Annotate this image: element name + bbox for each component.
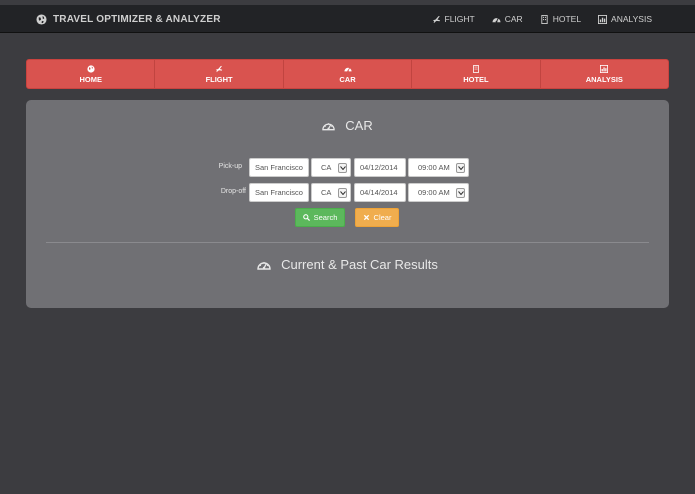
globe-icon <box>36 13 47 25</box>
results-title: Current & Past Car Results <box>26 257 669 272</box>
clear-button-label: Clear <box>373 213 392 222</box>
top-nav-flight[interactable]: FLIGHT <box>432 14 475 24</box>
top-nav-hotel-label: HOTEL <box>552 14 582 24</box>
dropoff-time-select[interactable]: 09:00 AM <box>408 183 469 202</box>
plane-icon <box>215 65 223 72</box>
chevron-down-icon <box>456 163 465 173</box>
top-nav-car-label: CAR <box>504 14 523 24</box>
close-icon <box>363 214 369 221</box>
building-icon <box>473 64 479 73</box>
pickup-state-select[interactable]: CA <box>311 158 351 177</box>
tab-flight[interactable]: FLIGHT <box>155 60 284 88</box>
tab-analysis-label: ANALYSIS <box>585 74 623 84</box>
search-button-label: Search <box>313 213 338 222</box>
tab-car-label: CAR <box>339 74 356 84</box>
dropoff-label: Drop-off <box>220 188 246 195</box>
clear-button[interactable]: Clear <box>355 208 399 227</box>
dashboard-icon <box>322 123 335 131</box>
dropoff-state-value: CA <box>321 188 332 197</box>
chevron-down-icon <box>456 188 465 198</box>
top-nav-flight-label: FLIGHT <box>444 14 475 24</box>
results-title-text: Current & Past Car Results <box>281 257 438 272</box>
top-navbar: TRAVEL OPTIMIZER & ANALYZER FLIGHT CAR H… <box>0 5 695 33</box>
tab-home-label: HOME <box>79 74 102 84</box>
chevron-down-icon <box>338 163 347 173</box>
brand-title: TRAVEL OPTIMIZER & ANALYZER <box>53 13 221 25</box>
top-nav: FLIGHT CAR HOTEL ANALYSIS <box>415 5 652 33</box>
panel-title: CAR <box>26 118 669 133</box>
tab-flight-label: FLIGHT <box>205 74 233 84</box>
globe-icon <box>87 64 95 73</box>
tab-hotel[interactable]: HOTEL <box>412 60 541 88</box>
top-nav-analysis[interactable]: ANALYSIS <box>598 14 652 24</box>
brand[interactable]: TRAVEL OPTIMIZER & ANALYZER <box>36 5 221 33</box>
top-nav-hotel[interactable]: HOTEL <box>540 14 581 24</box>
dropoff-time-value: 09:00 AM <box>418 188 450 197</box>
top-nav-car[interactable]: CAR <box>492 14 523 24</box>
search-icon <box>302 214 310 221</box>
tab-car[interactable]: CAR <box>284 60 413 88</box>
pickup-time-value: 09:00 AM <box>418 163 450 172</box>
divider <box>46 242 649 243</box>
plane-icon <box>432 15 440 23</box>
bar-chart-icon <box>598 14 608 24</box>
building-icon <box>541 14 548 24</box>
pickup-state-value: CA <box>321 163 332 172</box>
dashboard-icon <box>257 261 271 270</box>
pickup-city-input[interactable] <box>249 158 309 177</box>
car-panel: CAR Pick-up CA 09:00 AM Drop-off CA 09:0… <box>26 100 669 308</box>
dropoff-state-select[interactable]: CA <box>311 183 351 202</box>
tab-analysis[interactable]: ANALYSIS <box>541 60 668 88</box>
search-button[interactable]: Search <box>295 208 345 227</box>
tab-hotel-label: HOTEL <box>463 74 489 84</box>
pickup-time-select[interactable]: 09:00 AM <box>408 158 469 177</box>
pickup-label: Pick-up <box>218 163 242 170</box>
top-nav-analysis-label: ANALYSIS <box>611 14 652 24</box>
pickup-date-input[interactable] <box>354 158 406 177</box>
dashboard-icon <box>343 67 352 72</box>
tab-home[interactable]: HOME <box>27 60 156 88</box>
bar-chart-icon <box>600 64 609 73</box>
chevron-down-icon <box>338 188 347 198</box>
dropoff-date-input[interactable] <box>354 183 406 202</box>
panel-title-text: CAR <box>345 118 373 133</box>
dashboard-icon <box>492 17 501 23</box>
main-tab-bar: HOME FLIGHT CAR HOTEL ANALYSIS <box>26 59 669 89</box>
dropoff-city-input[interactable] <box>249 183 309 202</box>
